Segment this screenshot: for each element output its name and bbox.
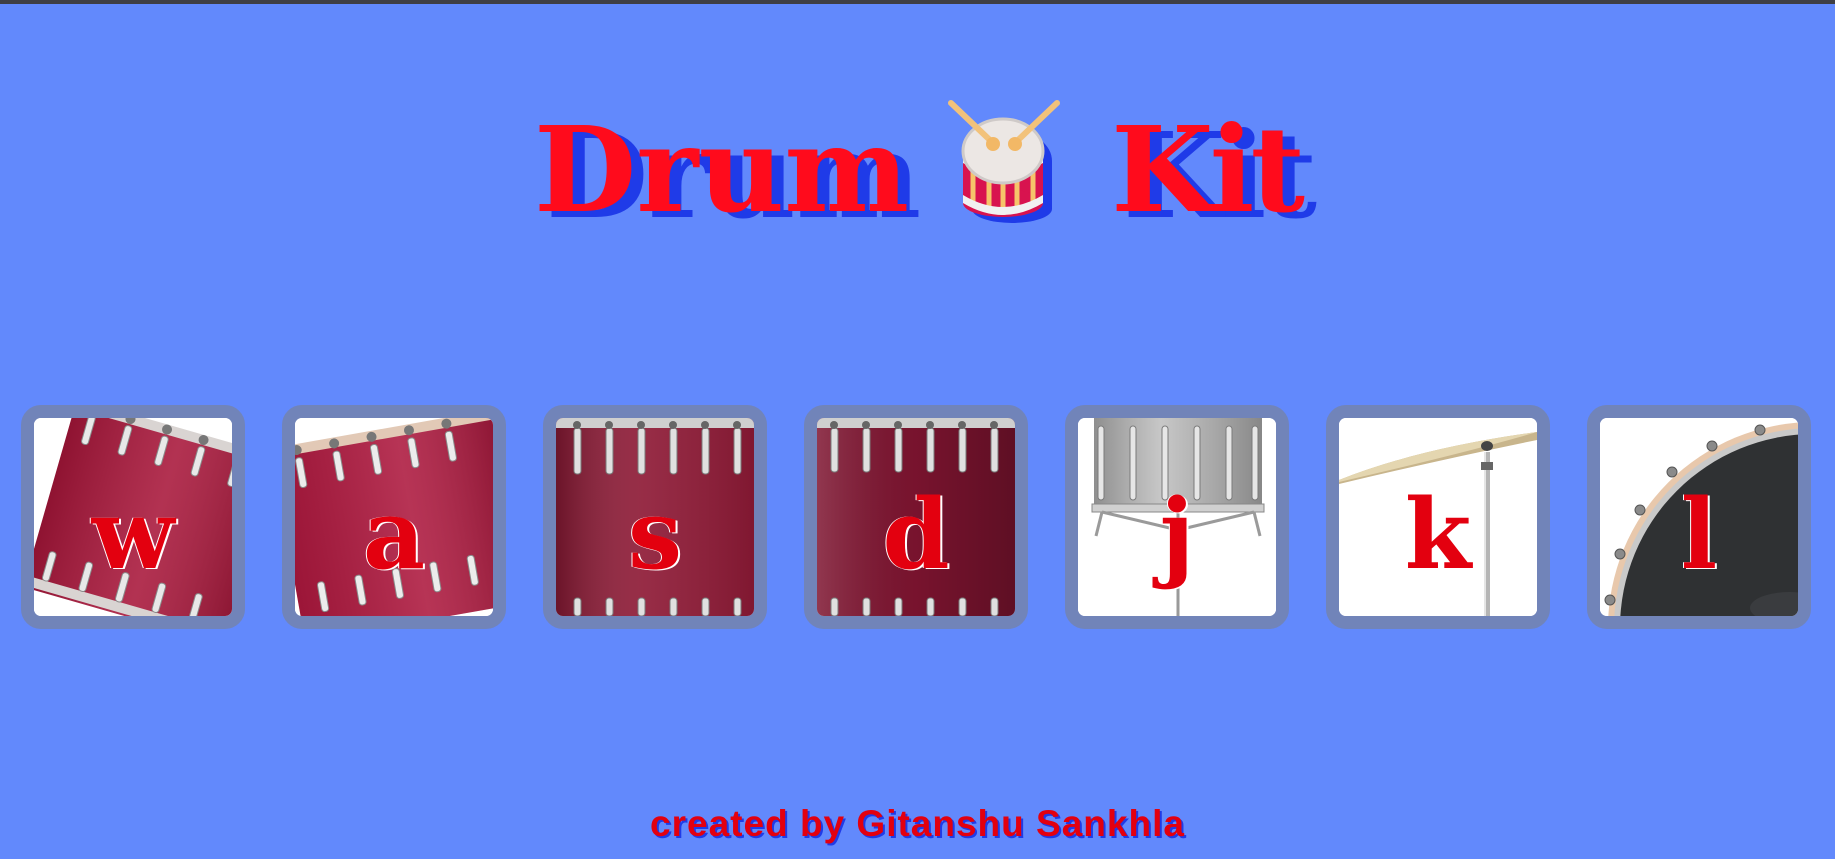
pad-key-label: s bbox=[627, 478, 683, 591]
pad-key-label: a bbox=[362, 478, 426, 591]
drum-pad-a[interactable]: a bbox=[282, 405, 506, 629]
pad-key-label: j bbox=[1159, 478, 1195, 591]
drum-pad-l[interactable]: l bbox=[1587, 405, 1811, 629]
pad-key-label: w bbox=[91, 478, 175, 591]
drum-emoji-icon bbox=[945, 95, 1075, 225]
drum-pads-row: w a s d j k l bbox=[21, 405, 1821, 631]
footer-credit: created by Gitanshu Sankhla bbox=[650, 803, 1185, 844]
page-title: Drum Kit bbox=[0, 95, 1835, 240]
title-word-kit: Kit bbox=[1111, 100, 1305, 239]
drum-pad-s[interactable]: s bbox=[543, 405, 767, 629]
drum-pad-w[interactable]: w bbox=[21, 405, 245, 629]
title-word-drum: Drum bbox=[533, 100, 910, 239]
pad-key-label: d bbox=[882, 478, 950, 591]
drum-pad-d[interactable]: d bbox=[804, 405, 1028, 629]
pad-key-label: l bbox=[1680, 478, 1718, 591]
drum-pad-k[interactable]: k bbox=[1326, 405, 1550, 629]
pad-key-label: k bbox=[1404, 478, 1472, 591]
drum-pad-j[interactable]: j bbox=[1065, 405, 1289, 629]
browser-top-strip bbox=[0, 0, 1835, 4]
